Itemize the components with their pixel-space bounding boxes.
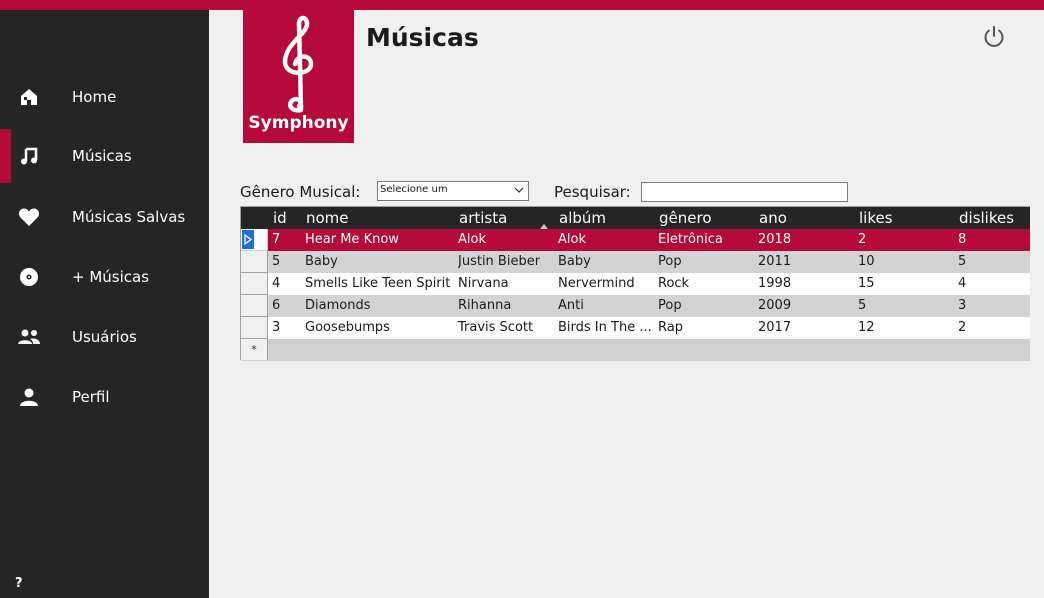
sidebar: Home Músicas Músicas Salvas + Músicas Us… [0,10,209,598]
cell-artista: Rihanna [458,298,512,313]
current-row-icon [241,229,268,251]
genre-select[interactable]: Selecione um [377,181,529,201]
search-input[interactable] [641,182,848,202]
cell-genero: Rap [658,320,683,335]
table-row[interactable]: 7 Hear Me Know Alok Alok Eletrônica 2018… [241,229,1030,251]
cell-nome: Diamonds [305,298,371,313]
sidebar-item-musicas-salvas[interactable]: Músicas Salvas [0,190,209,244]
cell-id: 6 [272,298,281,313]
sidebar-item-usuarios[interactable]: Usuários [0,310,209,364]
cell-album: Nervermind [558,276,635,291]
music-table: id nome artista albúm gênero ano likes d… [240,206,1030,361]
sidebar-item-musicas[interactable]: Músicas [0,129,209,183]
cell-likes: 10 [858,254,875,269]
cell-genero: Pop [658,298,682,313]
cell-likes: 15 [858,276,875,291]
cell-likes: 12 [858,320,875,335]
row-selector[interactable] [241,317,268,339]
cell-genero: Pop [658,254,682,269]
column-header-artista[interactable]: artista [459,209,507,227]
table-row[interactable]: 3 Goosebumps Travis Scott Birds In The .… [241,317,1030,339]
column-header-likes[interactable]: likes [859,209,893,227]
cell-id: 4 [272,276,281,291]
active-indicator [0,129,11,183]
cell-album: Anti [558,298,584,313]
row-selector[interactable] [241,295,268,317]
table-header: id nome artista albúm gênero ano likes d… [241,207,1030,229]
row-selector[interactable] [241,251,268,273]
cell-album: Baby [558,254,591,269]
cell-ano: 1998 [758,276,792,291]
new-row[interactable]: * [241,339,1030,361]
cell-nome: Goosebumps [305,320,390,335]
cell-dislikes: 2 [958,320,967,335]
page-title: Músicas [366,23,479,52]
column-header-id[interactable]: id [273,209,287,227]
sidebar-item-label: Perfil [72,388,110,406]
column-header-ano[interactable]: ano [759,209,787,227]
cell-nome: Smells Like Teen Spirit [305,276,451,291]
music-note-icon [17,144,41,168]
cell-nome: Hear Me Know [305,232,399,247]
power-icon[interactable] [982,25,1006,49]
symphony-logo: Symphony [243,10,354,143]
genre-select-value: Selecione um [380,184,448,195]
table-row[interactable]: 4 Smells Like Teen Spirit Nirvana Nerver… [241,273,1030,295]
table-row[interactable]: 6 Diamonds Rihanna Anti Pop 2009 5 3 [241,295,1030,317]
cell-likes: 2 [858,232,867,247]
cell-artista: Travis Scott [458,320,534,335]
top-accent-bar [0,0,1044,10]
cell-dislikes: 4 [958,276,967,291]
sidebar-item-label: Usuários [72,328,137,346]
user-icon [17,385,41,409]
treble-clef-icon [282,15,314,113]
row-selector[interactable] [241,229,268,251]
cell-artista: Justin Bieber [458,254,541,269]
sidebar-item-home[interactable]: Home [0,70,209,124]
sidebar-item-label: Home [72,88,117,106]
genre-filter-label: Gênero Musical: [240,183,361,201]
cell-dislikes: 5 [958,254,967,269]
brand-name: Symphony [248,113,349,133]
cell-album: Birds In The ... [558,320,652,335]
disc-icon [17,265,41,289]
heart-icon [17,205,41,229]
column-header-nome[interactable]: nome [306,209,349,227]
chevron-down-icon [514,185,524,198]
cell-ano: 2018 [758,232,792,247]
cell-ano: 2017 [758,320,792,335]
cell-artista: Alok [458,232,486,247]
cell-dislikes: 8 [958,232,967,247]
help-button[interactable]: ? [15,576,23,591]
cell-id: 3 [272,320,281,335]
cell-album: Alok [558,232,586,247]
table-row[interactable]: 5 Baby Justin Bieber Baby Pop 2011 10 5 [241,251,1030,273]
sidebar-item-label: + Músicas [72,268,150,286]
sidebar-item-adicionar-musicas[interactable]: + Músicas [0,250,209,304]
cell-artista: Nirvana [458,276,509,291]
sidebar-item-label: Músicas [72,147,132,165]
cell-dislikes: 3 [958,298,967,313]
cell-nome: Baby [305,254,338,269]
cell-likes: 5 [858,298,867,313]
column-header-genero[interactable]: gênero [659,209,712,227]
search-label: Pesquisar: [554,183,631,201]
cell-genero: Rock [658,276,690,291]
cell-ano: 2011 [758,254,792,269]
sidebar-item-perfil[interactable]: Perfil [0,370,209,424]
column-header-dislikes[interactable]: dislikes [959,209,1014,227]
users-icon [17,325,41,349]
new-row-marker: * [241,339,268,360]
cell-id: 7 [272,232,281,247]
cell-genero: Eletrônica [658,232,723,247]
sidebar-item-label: Músicas Salvas [72,208,186,226]
row-selector[interactable] [241,273,268,295]
column-header-album[interactable]: albúm [559,209,606,227]
cell-ano: 2009 [758,298,792,313]
cell-id: 5 [272,254,281,269]
home-icon [17,85,41,109]
